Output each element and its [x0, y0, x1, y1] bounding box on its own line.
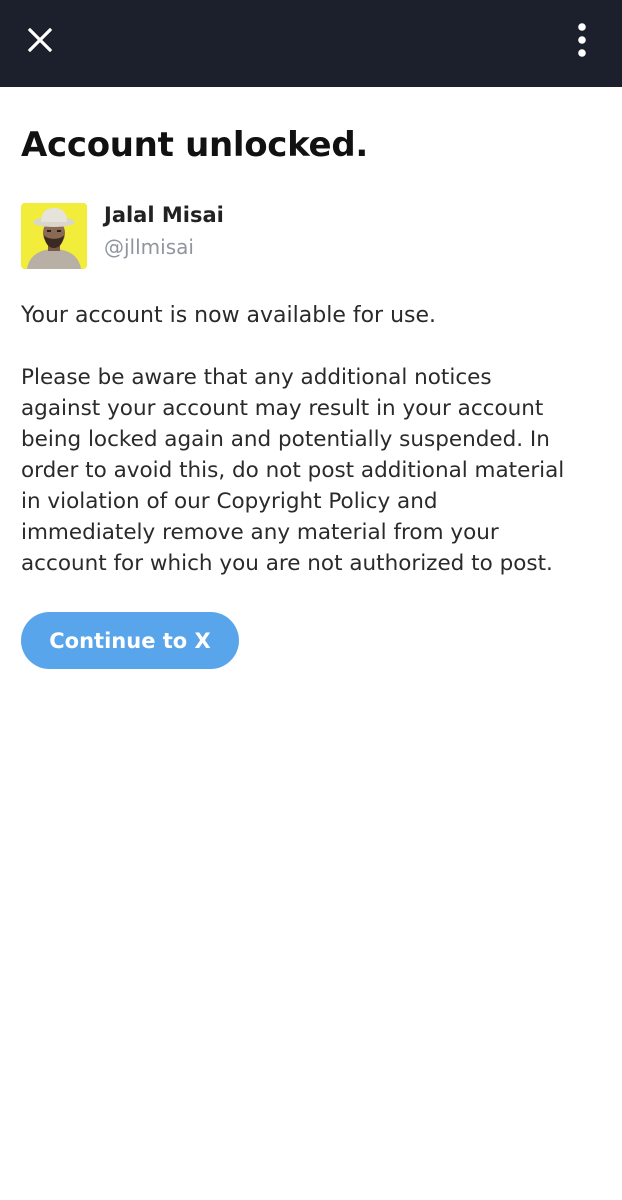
user-handle: @jllmisai — [104, 235, 194, 259]
more-vertical-icon — [578, 23, 586, 57]
warning-line: against your account may result in your … — [21, 396, 544, 421]
warning-message: Please be aware that any additional noti… — [21, 362, 611, 579]
warning-line: being locked again and potentially suspe… — [21, 427, 550, 452]
avatar-image — [21, 203, 87, 269]
close-icon — [28, 28, 52, 52]
warning-line: order to avoid this, do not post additio… — [21, 458, 565, 483]
user-card: Jalal Misai @jllmisai — [21, 203, 601, 271]
top-app-bar — [0, 0, 622, 87]
user-name: Jalal Misai — [104, 203, 224, 227]
status-message: Your account is now available for use. — [21, 303, 437, 328]
warning-line: immediately remove any material from you… — [21, 520, 499, 545]
avatar — [21, 203, 87, 269]
warning-line: Please be aware that any additional noti… — [21, 365, 492, 390]
close-button[interactable] — [20, 20, 60, 60]
warning-line: in violation of our Copyright Policy and — [21, 489, 438, 514]
continue-button[interactable]: Continue to X — [21, 612, 239, 669]
warning-line: account for which you are not authorized… — [21, 551, 553, 576]
page-title: Account unlocked. — [21, 125, 368, 165]
more-options-button[interactable] — [562, 18, 602, 62]
